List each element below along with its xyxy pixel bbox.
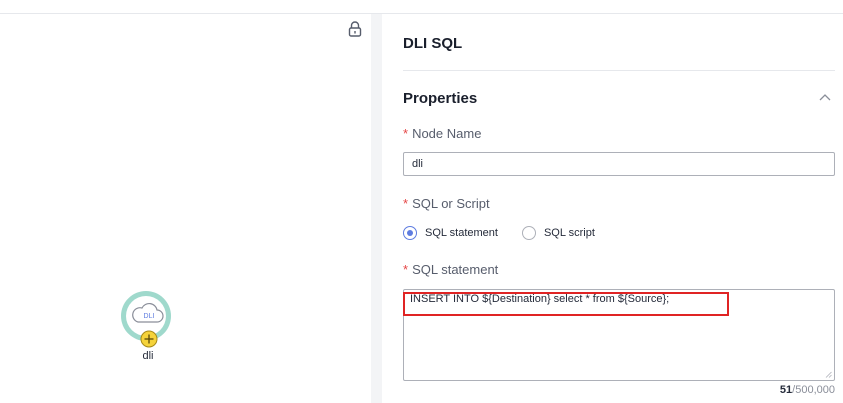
sql-or-script-label-text: SQL or Script — [412, 196, 490, 211]
resize-handle-icon[interactable] — [825, 371, 832, 378]
radio-unchecked-icon[interactable] — [521, 226, 536, 240]
dli-node[interactable]: DLI dli — [121, 291, 175, 362]
node-name-input[interactable] — [403, 152, 835, 176]
cloud-icon: DLI — [132, 302, 164, 323]
radio-checked-icon[interactable] — [403, 226, 417, 240]
radio-sql-statement[interactable]: SQL statement — [403, 226, 498, 240]
panel-title: DLI SQL — [403, 35, 463, 52]
node-name-label-text: Node Name — [412, 126, 482, 141]
required-mark: * — [403, 196, 409, 211]
sql-or-script-radio-group: SQL statement SQL script — [403, 224, 595, 242]
lock-icon[interactable] — [347, 20, 363, 38]
properties-panel: DLI SQL Properties *Node Name *SQL or Sc… — [382, 14, 843, 403]
required-mark: * — [403, 262, 409, 277]
sql-statement-label-text: SQL statement — [412, 262, 499, 277]
section-title-properties: Properties — [403, 90, 478, 107]
sql-statement-text: INSERT INTO ${Destination} select * from… — [410, 293, 670, 305]
panel-divider — [403, 70, 835, 71]
workflow-canvas[interactable]: DLI dli — [0, 14, 371, 403]
radio-sql-script-label: SQL script — [543, 227, 595, 239]
required-mark: * — [403, 126, 409, 141]
char-count-current: 51 — [779, 384, 793, 396]
app-root: DLI dli DLI SQL Properties * Node Name d… — [0, 0, 843, 403]
char-count-max: /500,000 — [792, 384, 835, 396]
node-label: dli — [142, 350, 154, 362]
panel-gutter — [371, 14, 382, 403]
node-name-label: * Node Name — [403, 126, 481, 141]
sql-or-script-label: * SQL or Script — [403, 196, 490, 211]
node-badge-text: DLI — [144, 313, 155, 320]
sql-statement-textarea[interactable]: INSERT INTO ${Destination} select * from… — [403, 289, 835, 381]
plus-circle-icon[interactable] — [140, 330, 158, 348]
radio-sql-script[interactable]: SQL script — [521, 226, 595, 240]
sql-statement-label: * SQL statement — [403, 262, 498, 277]
chevron-up-icon[interactable] — [819, 93, 831, 101]
char-counter: 51/500,000 — [403, 384, 835, 396]
radio-sql-statement-label: SQL statement — [425, 227, 498, 239]
